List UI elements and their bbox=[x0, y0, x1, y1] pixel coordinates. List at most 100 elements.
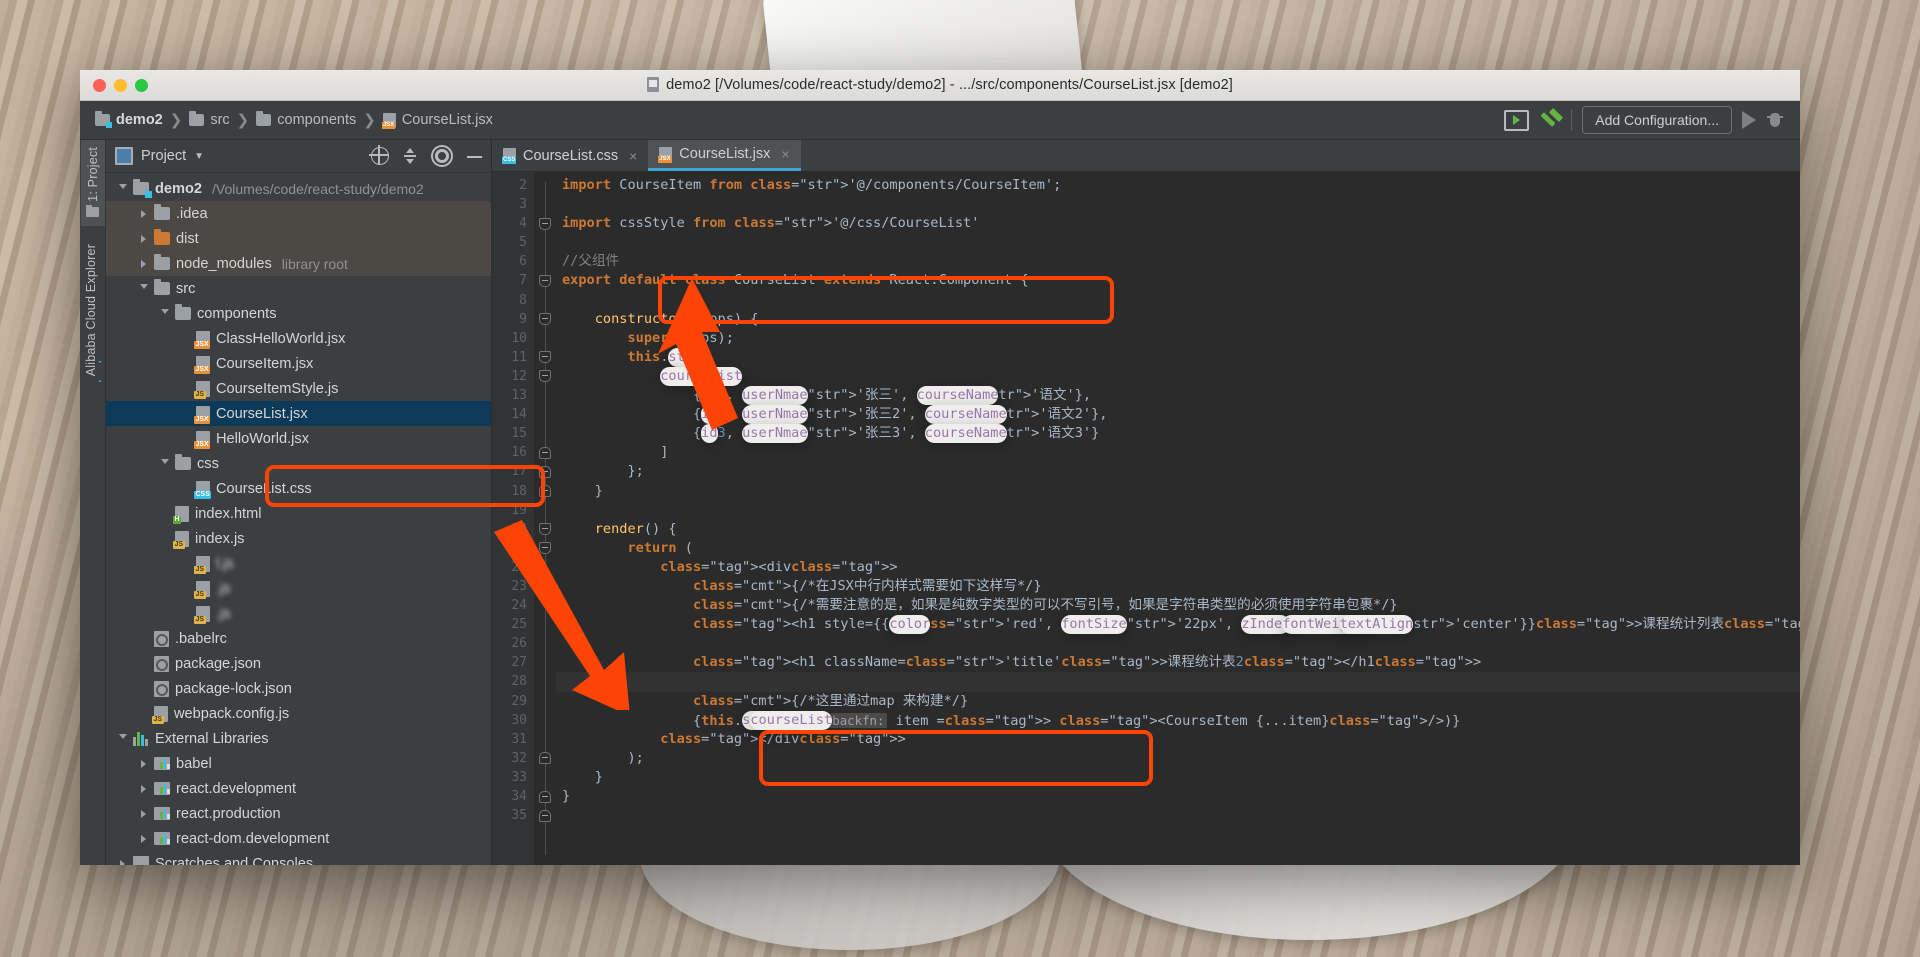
hide-panel-icon[interactable] bbox=[466, 148, 482, 164]
code-line[interactable]: class="cmt">{/*需要注意的是，如果是纯数字类型的可以不写引号，如果… bbox=[556, 596, 1800, 615]
code-line[interactable]: class="tag"><divclass="tag">> bbox=[556, 558, 1800, 577]
tree-node-node-modules[interactable]: node_modules library root bbox=[106, 251, 491, 276]
tree-node-courseitemstyle-js[interactable]: CourseItemStyle.js bbox=[106, 376, 491, 401]
code-line[interactable]: } bbox=[556, 482, 1800, 501]
tree-expander-expanded[interactable] bbox=[137, 284, 150, 293]
fold-toggle-icon[interactable] bbox=[539, 809, 551, 822]
code-line[interactable] bbox=[556, 672, 1800, 692]
tree-node-src[interactable]: src bbox=[106, 276, 491, 301]
tree-expander-collapsed[interactable] bbox=[137, 209, 150, 218]
code-line[interactable]: import cssStyle from class="str">'@/css/… bbox=[556, 214, 1800, 233]
tree-node-courselist-jsx[interactable]: CourseList.jsx bbox=[106, 401, 491, 426]
code-line[interactable]: } bbox=[556, 787, 1800, 806]
code-line[interactable] bbox=[556, 634, 1800, 653]
code-line[interactable] bbox=[556, 291, 1800, 310]
tree-expander-collapsed[interactable] bbox=[137, 784, 150, 793]
code-line[interactable]: export default class CourseList extends … bbox=[556, 271, 1800, 290]
close-tab-icon[interactable]: × bbox=[781, 146, 789, 162]
code-line[interactable]: ); bbox=[556, 749, 1800, 768]
tree-node-babel[interactable]: babel bbox=[106, 751, 491, 776]
locate-target-icon[interactable] bbox=[369, 145, 389, 165]
fold-toggle-icon[interactable] bbox=[539, 790, 551, 803]
tree-node-courselist-css[interactable]: CourseList.css bbox=[106, 476, 491, 501]
run-window-icon[interactable] bbox=[1504, 109, 1530, 131]
tree-node--js[interactable]: .js bbox=[106, 576, 491, 601]
tab-courselist-jsx[interactable]: CourseList.jsx × bbox=[648, 140, 801, 171]
code-line[interactable] bbox=[556, 806, 1800, 825]
tree-node-courseitem-jsx[interactable]: CourseItem.jsx bbox=[106, 351, 491, 376]
tree-node-react-development[interactable]: react.development bbox=[106, 776, 491, 801]
code-line[interactable]: constructor(props) { bbox=[556, 310, 1800, 329]
chevron-down-icon[interactable]: ▼ bbox=[194, 151, 204, 162]
tree-node-helloworld-jsx[interactable]: HelloWorld.jsx bbox=[106, 426, 491, 451]
code-line[interactable]: render() { bbox=[556, 520, 1800, 539]
tree-expander-collapsed[interactable] bbox=[137, 759, 150, 768]
tree-node-index-html[interactable]: index.html bbox=[106, 501, 491, 526]
fold-toggle-icon[interactable] bbox=[539, 542, 551, 555]
tree-expander-collapsed[interactable] bbox=[137, 809, 150, 818]
tool-button-alibaba-cloud-explorer[interactable]: Alibaba Cloud Explorer bbox=[84, 244, 102, 383]
collapse-all-icon[interactable] bbox=[402, 148, 418, 164]
fold-toggle-icon[interactable] bbox=[539, 523, 551, 536]
fold-toggle-icon[interactable] bbox=[539, 465, 551, 478]
code-line[interactable] bbox=[556, 195, 1800, 214]
fold-toggle-icon[interactable] bbox=[539, 313, 551, 326]
tree-node-classhelloworld-jsx[interactable]: ClassHelloWorld.jsx bbox=[106, 326, 491, 351]
code-line[interactable]: //父组件 bbox=[556, 252, 1800, 271]
project-tree[interactable]: demo2/Volumes/code/react-study/demo2 .ide… bbox=[106, 173, 491, 865]
code-line[interactable]: import CourseItem from class="str">'@/co… bbox=[556, 176, 1800, 195]
fold-toggle-icon[interactable] bbox=[539, 370, 551, 383]
tree-expander-expanded[interactable] bbox=[158, 309, 171, 318]
tool-button-project[interactable]: 1: Project bbox=[80, 140, 105, 226]
code-line[interactable]: class="tag"></divclass="tag">> bbox=[556, 730, 1800, 749]
tree-node--idea[interactable]: .idea bbox=[106, 201, 491, 226]
settings-gear-icon[interactable] bbox=[435, 149, 449, 163]
breadcrumb-item-src[interactable]: src bbox=[184, 111, 234, 128]
tree-node-l-js[interactable]: l.js bbox=[106, 551, 491, 576]
fold-toggle-icon[interactable] bbox=[539, 752, 551, 765]
code-folding-gutter[interactable] bbox=[534, 172, 556, 865]
code-line[interactable]: class="tag"><h1 style={{color: class="st… bbox=[556, 615, 1800, 635]
breadcrumb-item-components[interactable]: components bbox=[251, 111, 361, 128]
code-line[interactable]: } bbox=[556, 768, 1800, 787]
tree-expander-collapsed[interactable] bbox=[137, 259, 150, 268]
code-line[interactable]: {id: 3, userNmae: class="str">'张三3', cou… bbox=[556, 424, 1800, 444]
code-line[interactable]: return ( bbox=[556, 539, 1800, 558]
tree-expander-collapsed[interactable] bbox=[137, 234, 150, 243]
tree-node-package-json[interactable]: package.json bbox=[106, 651, 491, 676]
tree-node-package-lock-json[interactable]: package-lock.json bbox=[106, 676, 491, 701]
code-line[interactable]: {id: 1, userNmae: class="str">'张三', cour… bbox=[556, 386, 1800, 406]
code-line[interactable]: this.state = { bbox=[556, 347, 1800, 367]
tree-node-components[interactable]: components bbox=[106, 301, 491, 326]
tree-node--js[interactable]: .js bbox=[106, 601, 491, 626]
fold-toggle-icon[interactable] bbox=[539, 446, 551, 459]
tree-expander-collapsed[interactable] bbox=[137, 834, 150, 843]
tree-node-external-libraries[interactable]: External Libraries bbox=[106, 726, 491, 751]
tree-node--babelrc[interactable]: .babelrc bbox=[106, 626, 491, 651]
code-text[interactable]: import CourseItem from class="str">'@/co… bbox=[556, 172, 1800, 865]
code-line[interactable]: class="cmt">{/*在JSX中行内样式需要如下这样写*/} bbox=[556, 577, 1800, 596]
code-line[interactable]: {id: 2, userNmae: class="str">'张三2', cou… bbox=[556, 405, 1800, 425]
code-line[interactable]: class="tag"><h1 className=class="str">'t… bbox=[556, 653, 1800, 672]
tree-node-scratches-and-consoles[interactable]: Scratches and Consoles bbox=[106, 851, 491, 865]
tree-expander-expanded[interactable] bbox=[158, 459, 171, 468]
tree-node-css[interactable]: css bbox=[106, 451, 491, 476]
code-line[interactable]: ] bbox=[556, 443, 1800, 462]
tree-expander-expanded[interactable] bbox=[116, 734, 129, 743]
tree-node-react-dom-development[interactable]: react-dom.development bbox=[106, 826, 491, 851]
code-line[interactable]: courseList: [ bbox=[556, 366, 1800, 387]
tab-courselist-css[interactable]: CourseList.css × bbox=[492, 140, 648, 171]
fold-toggle-icon[interactable] bbox=[539, 217, 551, 230]
code-line[interactable]: {this.state.courseList.map( callbackfn: … bbox=[556, 710, 1800, 730]
fold-toggle-icon[interactable] bbox=[539, 275, 551, 288]
tree-node-demo2[interactable]: demo2/Volumes/code/react-study/demo2 bbox=[106, 176, 491, 201]
code-editor[interactable]: 2 3 4 5 6 7 8 9 10 11 12 13 14 15 16 17 18 19 20 21 22 23 24 25… bbox=[492, 172, 1800, 865]
code-line[interactable]: super(props); bbox=[556, 329, 1800, 348]
fold-toggle-icon[interactable] bbox=[539, 485, 551, 498]
run-icon[interactable] bbox=[1742, 111, 1756, 129]
add-configuration-button[interactable]: Add Configuration... bbox=[1582, 106, 1732, 134]
tree-node-webpack-config-js[interactable]: webpack.config.js bbox=[106, 701, 491, 726]
tree-node-dist[interactable]: dist bbox=[106, 226, 491, 251]
tree-expander-expanded[interactable] bbox=[116, 184, 129, 193]
breadcrumb-item-demo2[interactable]: demo2 bbox=[90, 111, 168, 128]
